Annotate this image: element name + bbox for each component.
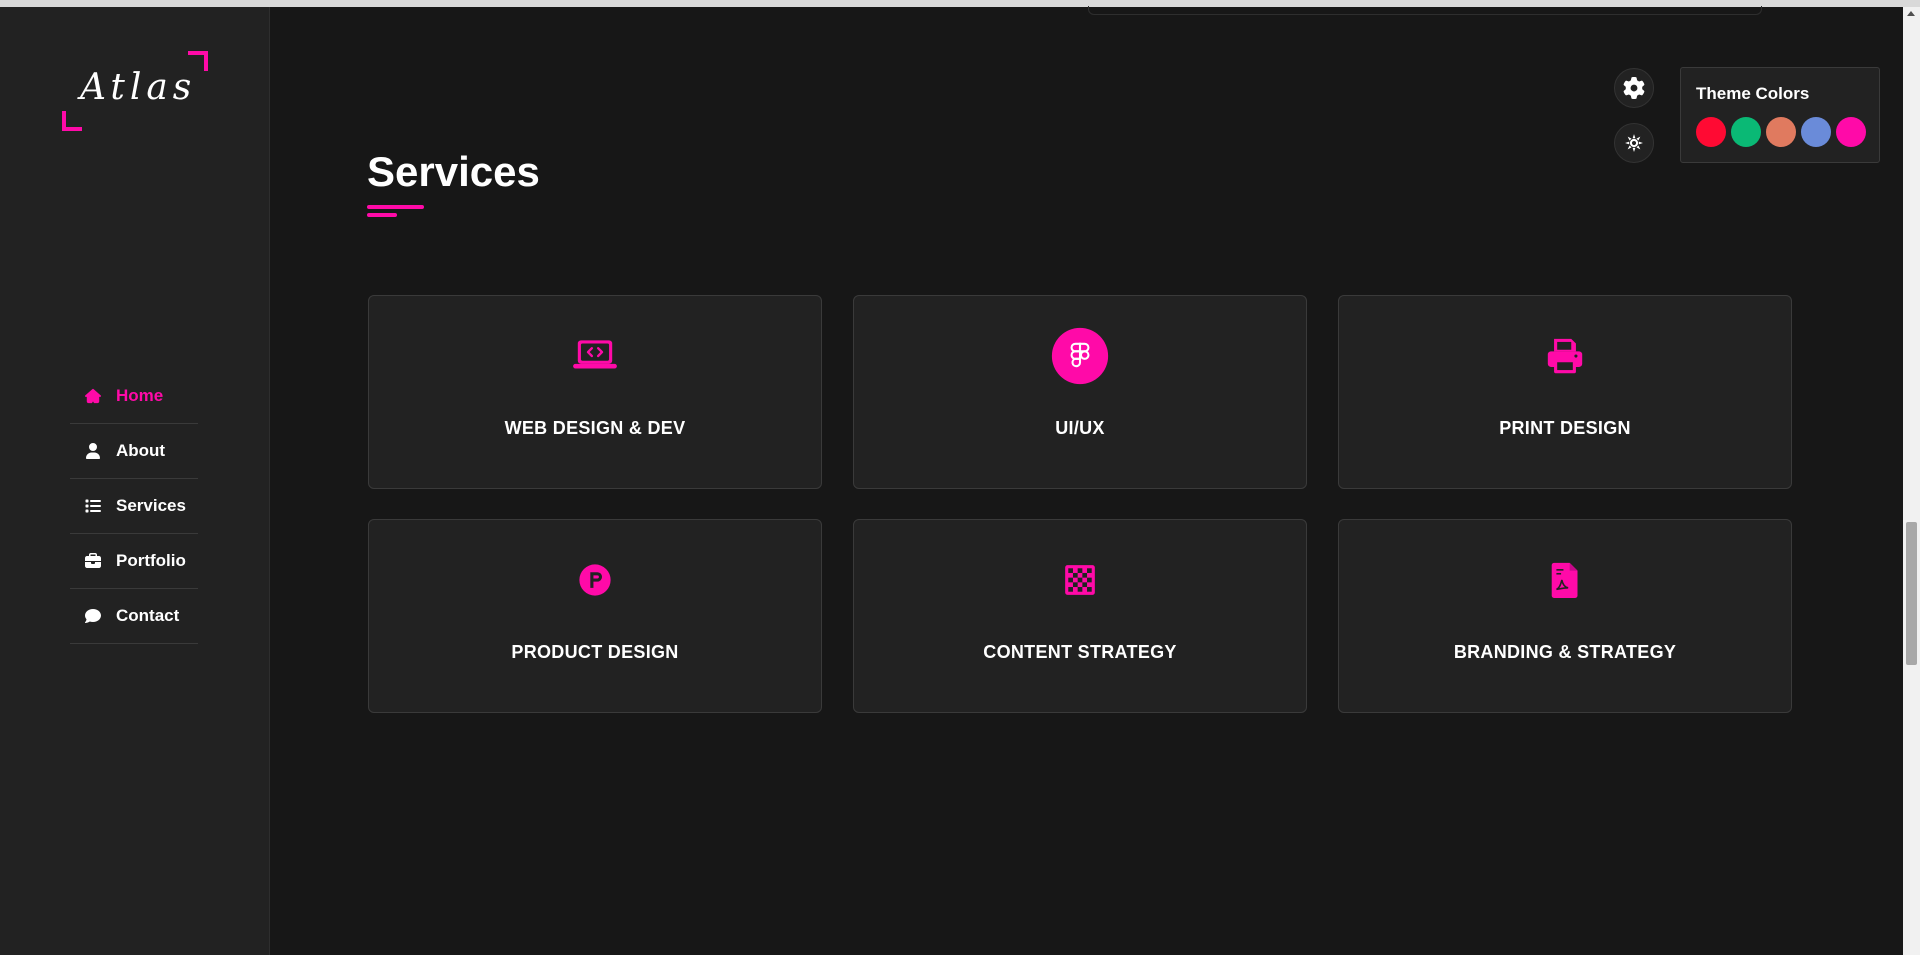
laptop-code-icon bbox=[565, 326, 625, 386]
logo-corner-bottom-left bbox=[62, 111, 82, 131]
printer-icon bbox=[1535, 326, 1595, 386]
theme-swatches bbox=[1696, 117, 1866, 147]
service-title: PRINT DESIGN bbox=[1499, 418, 1631, 438]
theme-colors-title: Theme Colors bbox=[1696, 84, 1810, 103]
file-pdf-icon bbox=[1535, 550, 1595, 610]
service-card-product-design[interactable]: PRODUCT DESIGN bbox=[368, 519, 822, 713]
service-card-web-design[interactable]: WEB DESIGN & DEV bbox=[368, 295, 822, 489]
service-card-branding[interactable]: BRANDING & STRATEGY bbox=[1338, 519, 1792, 713]
services-grid: WEB DESIGN & DEV UI/UX PRINT DESIGN PROD… bbox=[368, 295, 1793, 713]
product-hunt-icon bbox=[565, 550, 625, 610]
theme-colors-panel: Theme Colors bbox=[1680, 67, 1880, 163]
service-title: PRODUCT DESIGN bbox=[511, 642, 679, 662]
chess-board-icon bbox=[1050, 550, 1110, 610]
gear-icon bbox=[1623, 77, 1645, 99]
nav-item-about[interactable]: About bbox=[70, 424, 198, 479]
page-title: Services bbox=[367, 148, 540, 195]
theme-swatch-pink[interactable] bbox=[1836, 117, 1866, 147]
comment-icon bbox=[84, 607, 102, 625]
top-panel-edge bbox=[1088, 6, 1762, 15]
light-mode-toggle-button[interactable] bbox=[1614, 123, 1654, 163]
nav-item-home[interactable]: Home bbox=[70, 369, 198, 424]
briefcase-icon bbox=[84, 552, 102, 570]
logo[interactable]: Atlas bbox=[60, 51, 210, 131]
title-underline-short bbox=[367, 213, 397, 217]
nav-item-portfolio[interactable]: Portfolio bbox=[70, 534, 198, 589]
service-title: WEB DESIGN & DEV bbox=[504, 418, 686, 438]
theme-swatch-green[interactable] bbox=[1731, 117, 1761, 147]
sidebar: Atlas Home About Services Portfolio Cont… bbox=[0, 7, 270, 955]
nav-label-contact: Contact bbox=[116, 606, 180, 625]
service-card-print-design[interactable]: PRINT DESIGN bbox=[1338, 295, 1792, 489]
home-icon bbox=[84, 387, 102, 405]
theme-swatch-red[interactable] bbox=[1696, 117, 1726, 147]
service-title: BRANDING & STRATEGY bbox=[1453, 642, 1677, 662]
service-title: UI/UX bbox=[1055, 418, 1105, 438]
nav-label-services: Services bbox=[116, 496, 186, 515]
logo-text: Atlas bbox=[80, 67, 197, 108]
nav-item-contact[interactable]: Contact bbox=[70, 589, 198, 644]
sun-icon bbox=[1623, 132, 1645, 154]
service-title: CONTENT STRATEGY bbox=[983, 642, 1177, 662]
scroll-thumb[interactable] bbox=[1906, 522, 1917, 665]
service-card-ui-ux[interactable]: UI/UX bbox=[853, 295, 1307, 489]
nav-item-services[interactable]: Services bbox=[70, 479, 198, 534]
figma-icon bbox=[1050, 326, 1110, 386]
user-icon bbox=[84, 442, 102, 460]
theme-swatch-blue[interactable] bbox=[1801, 117, 1831, 147]
settings-toggle-button[interactable] bbox=[1614, 68, 1654, 108]
main-nav: Home About Services Portfolio Contact bbox=[70, 369, 198, 644]
service-card-content-strategy[interactable]: CONTENT STRATEGY bbox=[853, 519, 1307, 713]
scroll-up-arrow-icon[interactable] bbox=[1907, 11, 1915, 16]
nav-label-home: Home bbox=[116, 386, 164, 405]
theme-swatch-coral[interactable] bbox=[1766, 117, 1796, 147]
page-scrollbar[interactable] bbox=[1903, 7, 1920, 955]
list-icon bbox=[84, 497, 102, 515]
nav-label-about: About bbox=[116, 441, 166, 460]
title-underline bbox=[367, 205, 424, 209]
nav-label-portfolio: Portfolio bbox=[116, 551, 186, 570]
